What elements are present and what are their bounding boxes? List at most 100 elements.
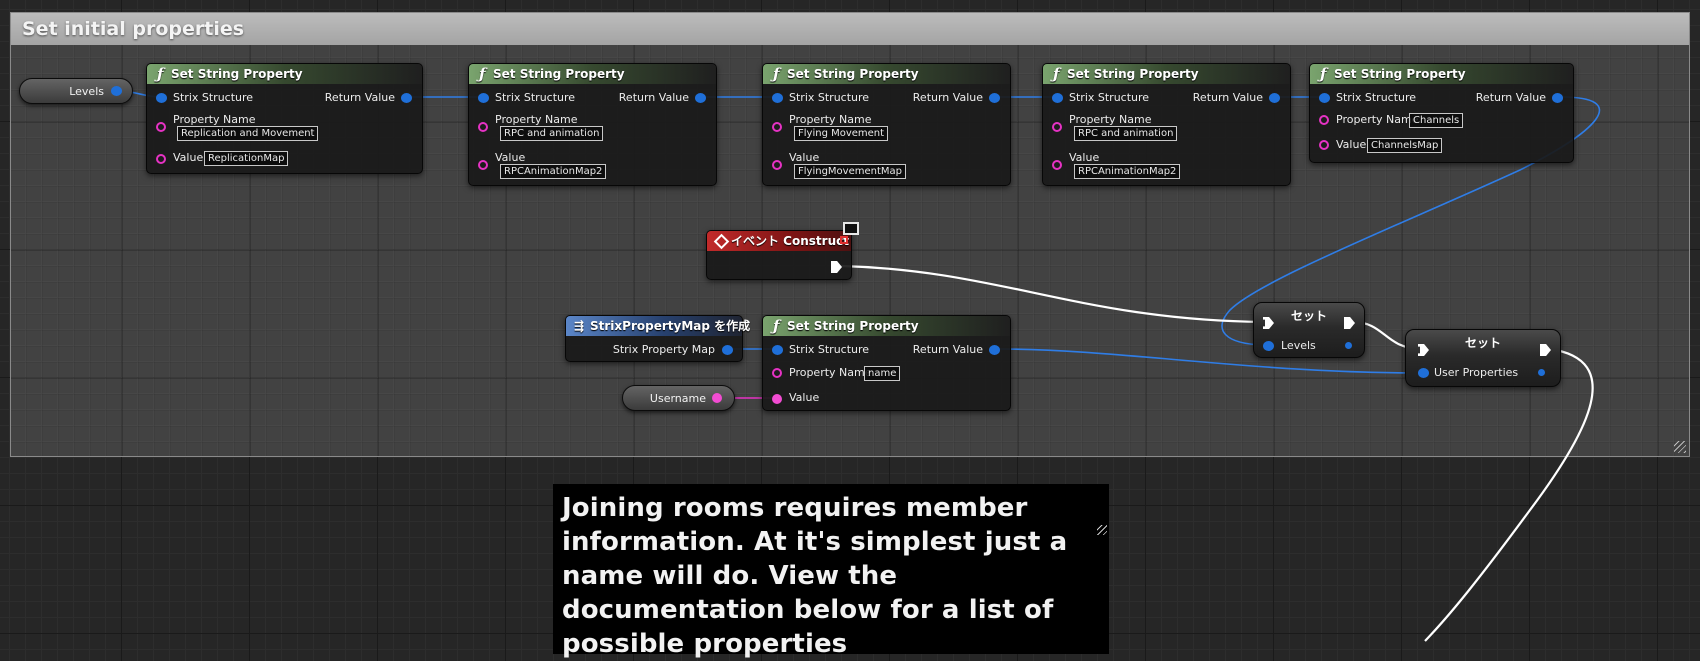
node-header[interactable]: ƒ Set String Property <box>469 64 716 84</box>
node-header[interactable]: ⇶ StrixPropertyMap を作成 <box>566 316 750 336</box>
value-field[interactable]: ChannelsMap <box>1367 138 1443 153</box>
property-name-label: Property Name <box>789 366 872 379</box>
make-struct-icon: ⇶ <box>574 319 585 333</box>
strix-structure-input-pin[interactable] <box>772 345 783 355</box>
property-name-pin[interactable] <box>1052 122 1062 132</box>
username-output-pin[interactable] <box>712 393 722 403</box>
user-properties-input-pin[interactable] <box>1418 368 1429 378</box>
node-header[interactable]: ƒ Set String Property <box>1043 64 1290 84</box>
return-value-label: Return Value <box>912 91 983 104</box>
value-field[interactable]: ReplicationMap <box>204 151 289 166</box>
username-variable-node[interactable]: Username <box>622 385 735 411</box>
event-diamond-icon <box>713 233 730 250</box>
property-name-label: Property Name <box>173 113 256 126</box>
levels-input-pin[interactable] <box>1263 341 1274 351</box>
user-properties-output-pin[interactable] <box>1538 369 1545 376</box>
monitor-icon <box>843 222 859 235</box>
property-name-field[interactable]: name <box>864 366 901 381</box>
make-strix-property-map-node[interactable]: ⇶ StrixPropertyMap を作成 Strix Property Ma… <box>565 315 750 362</box>
set-user-properties-node[interactable]: セット User Properties <box>1405 329 1561 387</box>
value-label: Value <box>1069 151 1100 164</box>
property-name-field[interactable]: RPC and animation <box>500 126 604 141</box>
set-string-property-node-4[interactable]: ƒ Set String Property Strix Structure Re… <box>1042 63 1291 186</box>
return-value-output-pin[interactable] <box>695 93 706 103</box>
levels-variable-label: Levels <box>69 85 104 98</box>
node-header[interactable]: ƒ Set String Property <box>1310 64 1573 84</box>
property-name-pin[interactable] <box>156 122 166 132</box>
node-title: Set String Property <box>171 67 303 81</box>
levels-output-pin[interactable] <box>111 86 122 96</box>
property-name-field[interactable]: Channels <box>1409 113 1464 128</box>
value-field[interactable]: RPCAnimationMap2 <box>500 164 607 179</box>
set-string-property-node-1[interactable]: ƒ Set String Property Strix Structure Re… <box>146 63 423 174</box>
event-construct-node[interactable]: イベント Construct <box>706 230 852 280</box>
return-value-output-pin[interactable] <box>989 93 1000 103</box>
value-pin[interactable] <box>1052 160 1062 170</box>
set-string-property-node-2[interactable]: ƒ Set String Property Strix Structure Re… <box>468 63 717 186</box>
exec-output-pin[interactable] <box>831 261 842 273</box>
comment-note-resize-handle[interactable] <box>1097 525 1107 535</box>
strix-structure-label: Strix Structure <box>173 91 254 104</box>
property-name-pin[interactable] <box>772 122 782 132</box>
username-variable-label: Username <box>649 392 706 405</box>
value-label: Value <box>495 151 526 164</box>
value-pin[interactable] <box>772 394 782 404</box>
node-title: Set String Property <box>1334 67 1466 81</box>
value-field[interactable]: RPCAnimationMap2 <box>1074 164 1181 179</box>
set-string-property-node-5[interactable]: ƒ Set String Property Strix Structure Re… <box>1309 63 1574 163</box>
return-value-label: Return Value <box>324 91 395 104</box>
value-pin[interactable] <box>772 160 782 170</box>
return-value-output-pin[interactable] <box>1552 93 1563 103</box>
return-value-label: Return Value <box>1475 91 1546 104</box>
function-icon: ƒ <box>1053 65 1060 83</box>
delegate-output-pin[interactable] <box>840 236 848 244</box>
node-header[interactable]: ƒ Set String Property <box>763 316 1010 336</box>
output-label: Strix Property Map <box>612 343 715 356</box>
set-string-property-node-3[interactable]: ƒ Set String Property Strix Structure Re… <box>762 63 1011 186</box>
strix-structure-label: Strix Structure <box>1069 91 1150 104</box>
value-pin[interactable] <box>1319 140 1329 150</box>
strix-structure-label: Strix Structure <box>1336 91 1417 104</box>
strix-structure-input-pin[interactable] <box>1319 93 1330 103</box>
set-levels-node[interactable]: セット Levels <box>1253 302 1365 358</box>
function-icon: ƒ <box>479 65 486 83</box>
strix-property-map-output-pin[interactable] <box>722 345 733 355</box>
property-name-label: Property Name <box>495 113 578 126</box>
strix-structure-input-pin[interactable] <box>478 93 489 103</box>
node-header[interactable]: イベント Construct <box>707 231 851 251</box>
return-value-output-pin[interactable] <box>1269 93 1280 103</box>
property-name-field[interactable]: Replication and Movement <box>177 126 319 141</box>
node-title: Set String Property <box>1067 67 1199 81</box>
property-name-pin[interactable] <box>478 122 488 132</box>
node-title: イベント Construct <box>731 234 849 248</box>
node-title: Set String Property <box>493 67 625 81</box>
value-pin[interactable] <box>156 154 166 164</box>
node-header[interactable]: ƒ Set String Property <box>763 64 1010 84</box>
return-value-output-pin[interactable] <box>401 93 412 103</box>
return-value-output-pin[interactable] <box>989 345 1000 355</box>
node-header[interactable]: ƒ Set String Property <box>147 64 422 84</box>
strix-structure-input-pin[interactable] <box>1052 93 1063 103</box>
property-name-label: Property Name <box>1069 113 1152 126</box>
user-properties-pin-label: User Properties <box>1434 366 1519 379</box>
levels-variable-node[interactable]: Levels <box>19 78 133 104</box>
levels-output-pin[interactable] <box>1345 342 1352 349</box>
property-name-label: Property Name <box>789 113 872 126</box>
strix-structure-input-pin[interactable] <box>156 93 167 103</box>
value-field[interactable]: FlyingMovementMap <box>794 164 906 179</box>
node-title: Set String Property <box>787 67 919 81</box>
function-icon: ƒ <box>1320 65 1327 83</box>
set-string-property-node-6[interactable]: ƒ Set String Property Strix Structure Re… <box>762 315 1011 411</box>
property-name-field[interactable]: RPC and animation <box>1074 126 1178 141</box>
value-pin[interactable] <box>478 160 488 170</box>
function-icon: ƒ <box>157 65 164 83</box>
exec-set2-out <box>1424 347 1594 642</box>
strix-structure-input-pin[interactable] <box>772 93 783 103</box>
node-title: StrixPropertyMap を作成 <box>590 319 751 333</box>
property-name-pin[interactable] <box>772 368 782 378</box>
value-label: Value <box>789 391 820 404</box>
exec-event-to-set1 <box>840 264 1265 324</box>
comment-note[interactable]: Joining rooms requires member informatio… <box>553 484 1109 659</box>
property-name-field[interactable]: Flying Movement <box>794 126 889 141</box>
property-name-pin[interactable] <box>1319 115 1329 125</box>
